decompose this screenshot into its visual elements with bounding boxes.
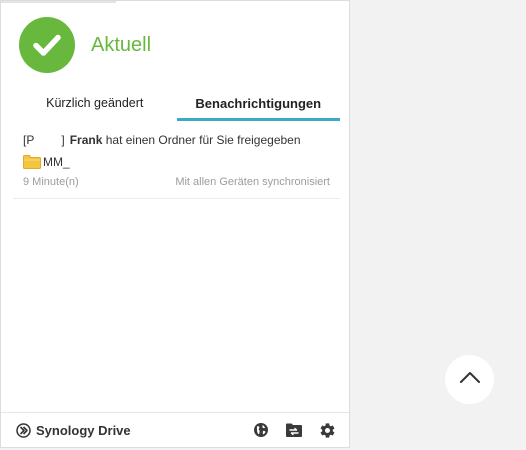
folder-name: MM_ <box>43 155 70 169</box>
shared-folder[interactable]: MM_ <box>23 154 70 170</box>
notification-meta: 9 Minute(n) Mit allen Geräten synchronis… <box>23 176 330 188</box>
notification-text: hat einen Ordner für Sie freigegeben <box>105 133 301 147</box>
synology-drive-panel: Aktuell Kürzlich geändert Benachrichtigu… <box>0 0 350 448</box>
scroll-to-top-button[interactable] <box>445 355 494 404</box>
sync-status-text: Mit allen Geräten synchronisiert <box>175 176 330 188</box>
notification-time: 9 Minute(n) <box>23 176 79 188</box>
footer-actions <box>240 418 339 442</box>
notification-prefix-close: ] <box>61 133 65 147</box>
status-text: Aktuell <box>91 33 152 56</box>
synology-drive-logo-icon <box>16 422 31 438</box>
tab-notifications[interactable]: Benachrichtigungen <box>176 85 341 121</box>
notification-user: Frank <box>69 133 103 147</box>
notification-prefix-open: [P <box>23 133 35 147</box>
tab-recently-changed[interactable]: Kürzlich geändert <box>13 85 177 121</box>
brand-name: Synology Drive <box>36 422 131 438</box>
top-divider <box>1 1 116 3</box>
notification-message: [P] Frank hat einen Ordner für Sie freige… <box>23 133 301 147</box>
brand: Synology Drive <box>16 423 131 438</box>
check-circle-icon <box>19 17 75 73</box>
tab-bar: Kürzlich geändert Benachrichtigungen <box>13 85 340 121</box>
footer-bar: Synology Drive <box>1 412 349 447</box>
folder-icon <box>23 155 41 169</box>
chevron-up-icon <box>459 370 481 389</box>
folder-sync-icon[interactable] <box>282 418 306 442</box>
sync-status: Aktuell <box>19 16 151 74</box>
notification-item[interactable]: [P] Frank hat einen Ordner für Sie freige… <box>13 123 340 199</box>
globe-icon[interactable] <box>249 418 273 442</box>
gear-icon[interactable] <box>315 418 339 442</box>
